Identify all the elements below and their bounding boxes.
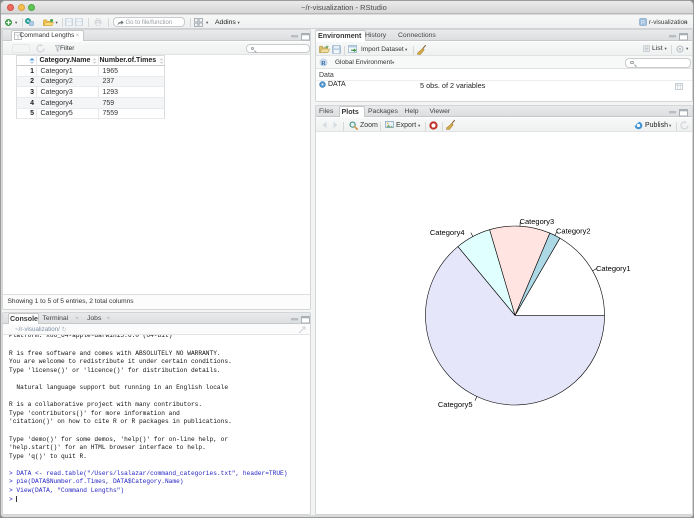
svg-text:Category1: Category1 bbox=[596, 264, 631, 273]
svg-text:Category4: Category4 bbox=[430, 228, 465, 237]
svg-text:Category5: Category5 bbox=[438, 400, 473, 409]
svg-text:R: R bbox=[321, 60, 326, 67]
svg-text:Category3: Category3 bbox=[520, 217, 555, 226]
svg-text:R: R bbox=[640, 20, 645, 26]
svg-text:Category2: Category2 bbox=[556, 227, 591, 236]
